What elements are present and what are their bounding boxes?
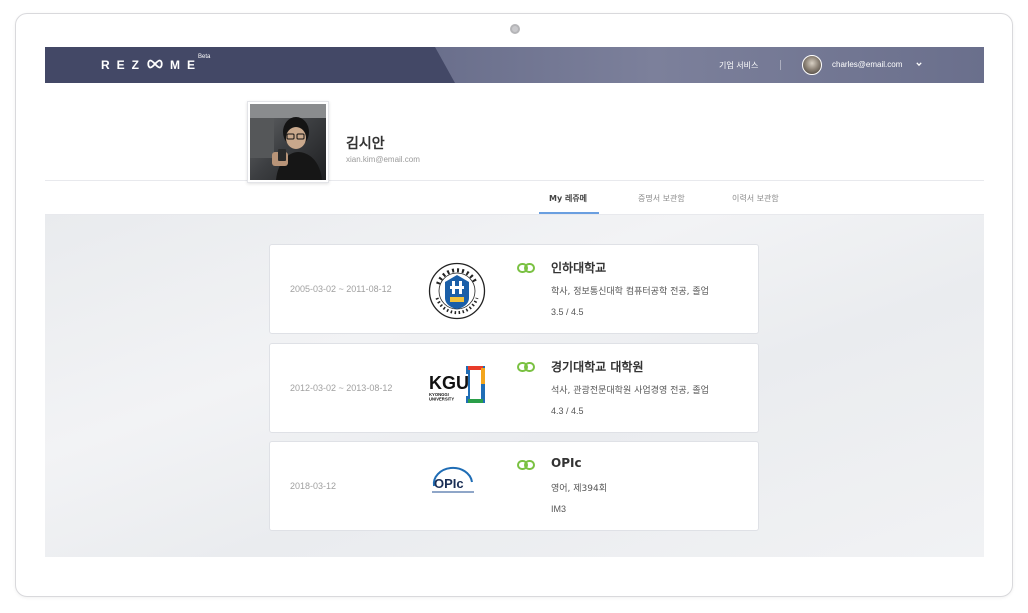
device-frame: REZ ME Beta 기업 서비스 charles@email.com 김시안… <box>15 13 1013 597</box>
tabs-bar: My 레쥬메 증명서 보관함 이력서 보관함 <box>45 180 984 215</box>
user-avatar[interactable] <box>802 55 822 75</box>
infinity-icon <box>147 59 163 69</box>
inha-university-seal-icon <box>428 262 486 320</box>
record-score: 4.3 / 4.5 <box>551 406 584 416</box>
record-score: IM3 <box>551 504 567 514</box>
tab-certificate-storage[interactable]: 증명서 보관함 <box>638 193 685 204</box>
record-card-kgu[interactable]: 2012-03-02 ~ 2013-08-12 KGU KYONGGI UNIV… <box>269 343 759 433</box>
record-card-opic[interactable]: 2018-03-12 OPIc OPIc 영어, 제394회 IM3 <box>269 441 759 531</box>
link-icon[interactable] <box>517 262 535 274</box>
record-date: 2012-03-02 ~ 2013-08-12 <box>290 383 393 393</box>
link-icon[interactable] <box>517 459 535 471</box>
app-logo[interactable]: REZ ME <box>101 58 202 72</box>
record-card-inha[interactable]: 2005-03-02 ~ 2011-08-12 인하대학교 학사, 정보통신대학… <box>269 244 759 334</box>
record-subtitle: 석사, 관광전문대학원 사업경영 전공, 졸업 <box>551 386 709 396</box>
record-title: 경기대학교 대학원 <box>551 360 644 374</box>
profile-photo-image <box>250 104 326 180</box>
chevron-down-icon[interactable] <box>916 61 922 67</box>
record-title: OPIc <box>551 456 582 470</box>
kgu-logo-sub2: UNIVERSITY <box>429 397 454 402</box>
record-date: 2005-03-02 ~ 2011-08-12 <box>290 284 392 294</box>
record-subtitle: 영어, 제394회 <box>551 484 608 494</box>
user-email[interactable]: charles@email.com <box>832 60 902 69</box>
content-area: 2005-03-02 ~ 2011-08-12 인하대학교 학사, 정보통신대학… <box>45 215 984 557</box>
profile-photo[interactable] <box>247 101 329 183</box>
kgu-logo-text: KGU <box>429 373 469 393</box>
top-navbar: REZ ME Beta 기업 서비스 charles@email.com <box>45 47 984 83</box>
record-date: 2018-03-12 <box>290 481 337 491</box>
tab-resume-storage[interactable]: 이력서 보관함 <box>732 193 779 204</box>
opic-logo-icon: OPIc <box>432 466 474 493</box>
beta-label: Beta <box>198 54 211 60</box>
app-screen: REZ ME Beta 기업 서비스 charles@email.com 김시안… <box>45 47 984 557</box>
record-title: 인하대학교 <box>551 261 607 275</box>
opic-logo-text: OPIc <box>434 476 464 491</box>
camera-dot <box>510 24 520 34</box>
business-service-link[interactable]: 기업 서비스 <box>719 60 758 71</box>
link-icon[interactable] <box>517 361 535 373</box>
kgu-logo-icon: KGU KYONGGI UNIVERSITY <box>428 366 485 403</box>
record-score: 3.5 / 4.5 <box>551 307 584 317</box>
tab-my-resume[interactable]: My 레쥬메 <box>549 193 587 204</box>
profile-name: 김시안 <box>346 136 385 152</box>
profile-header <box>45 83 984 167</box>
nav-divider <box>780 60 781 70</box>
record-subtitle: 학사, 정보통신대학 컴퓨터공학 전공, 졸업 <box>551 287 709 297</box>
profile-email: xian.kim@email.com <box>346 155 420 164</box>
active-tab-indicator <box>539 212 599 214</box>
